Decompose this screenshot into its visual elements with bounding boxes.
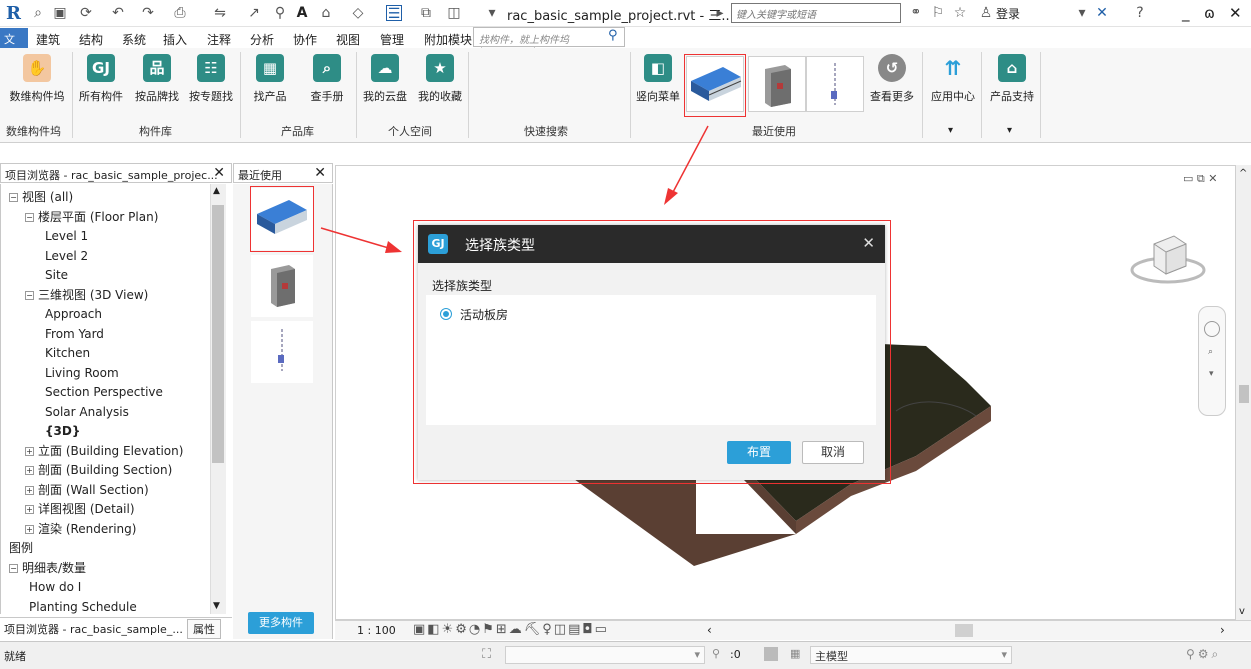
editable-count: :0 <box>730 648 741 661</box>
view-scale[interactable]: 1 : 100 <box>357 624 396 637</box>
family-type-list: 活动板房 <box>426 295 876 425</box>
hscroll-thumb[interactable] <box>955 624 973 637</box>
main-model-dropdown[interactable]: 主模型 ▾ <box>810 646 1012 664</box>
place-button[interactable]: 布置 <box>727 441 791 464</box>
dialog-header: GJ 选择族类型 ✕ <box>418 225 885 263</box>
status-bar: 就绪 ⛶ ▾ ⚲ :0 ▦ 主模型 ▾ ⚲⚙⌕ <box>0 641 1251 669</box>
cancel-button[interactable]: 取消 <box>802 441 864 464</box>
select-family-type-dialog: GJ 选择族类型 ✕ 选择族类型 活动板房 布置 取消 <box>418 225 885 480</box>
statusbar-tool-icons[interactable]: ⚲⚙⌕ <box>1186 647 1221 662</box>
view-control-icons[interactable]: ▣◧☀⚙◔⚑⊞☁⛏♀◫▤◘▭ <box>413 622 609 637</box>
status-text: 就绪 <box>4 650 26 663</box>
dialog-body: 选择族类型 活动板房 布置 取消 <box>418 263 885 480</box>
family-type-radio[interactable] <box>440 308 452 320</box>
design-options-icon[interactable] <box>764 647 778 661</box>
editable-only-icon[interactable]: ▦ <box>790 647 800 660</box>
family-type-option-label[interactable]: 活动板房 <box>460 306 508 323</box>
gj-logo-icon: GJ <box>428 234 448 254</box>
dialog-title: 选择族类型 <box>465 238 535 254</box>
selection-icon[interactable]: ⛶ <box>482 647 491 662</box>
filter-icon[interactable]: ⚲ <box>712 647 720 660</box>
hscroll-right-icon[interactable]: › <box>1220 623 1225 637</box>
dialog-close-button[interactable]: ✕ <box>862 234 875 252</box>
hscroll-left-icon[interactable]: ‹ <box>707 623 712 637</box>
workset-dropdown[interactable]: ▾ <box>505 646 705 664</box>
dialog-section-label: 选择族类型 <box>432 279 493 293</box>
view-control-bar: 1 : 100 ▣◧☀⚙◔⚑⊞☁⛏♀◫▤◘▭ ‹ › <box>335 620 1251 640</box>
